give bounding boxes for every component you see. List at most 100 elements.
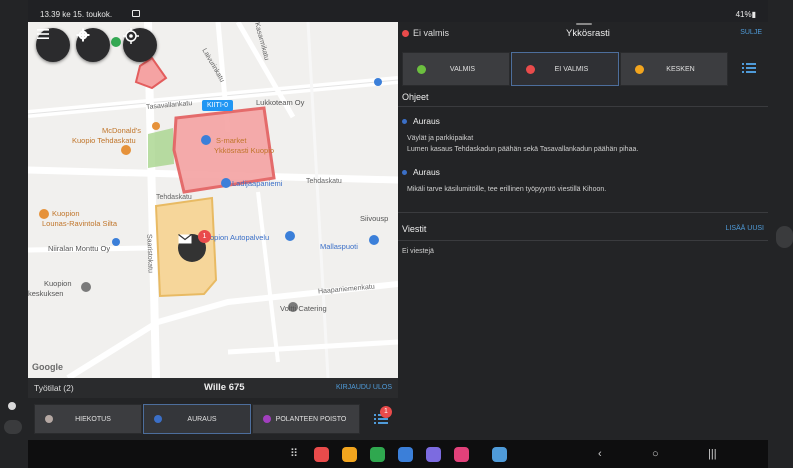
map-label-ravintola: Lounas-Ravintola Silta bbox=[42, 219, 118, 228]
instruction-title: Auraus bbox=[402, 116, 440, 126]
workspaces-label[interactable]: Työtilat (2) bbox=[34, 383, 74, 393]
state-color-dot bbox=[526, 64, 535, 74]
google-logo: Google bbox=[32, 362, 63, 372]
map-label-mcdonalds-sub: Kuopio Tehdaskatu bbox=[72, 136, 136, 145]
task-label: HIEKOTUS bbox=[75, 415, 111, 423]
map-label-siivous: Siivousp bbox=[360, 214, 389, 223]
workspace-bar: Työtilat (2) Wille 675 KIRJAUDU ULOS bbox=[28, 378, 398, 398]
status-text: Ei valmis bbox=[413, 28, 450, 38]
map-label-mcdonalds: McDonald's bbox=[102, 126, 141, 135]
list-icon[interactable] bbox=[741, 60, 757, 76]
panel-header: Ei valmis Ykkösrasti SULJE bbox=[398, 22, 768, 44]
state-ei-valmis-button[interactable]: EI VALMIS bbox=[511, 52, 619, 86]
task-color-dot bbox=[45, 415, 53, 423]
map-label-kuopion-b: Kuopion bbox=[44, 279, 72, 288]
instructions-heading: Ohjeet bbox=[402, 92, 429, 102]
road-label-saaristokatu: Saaristokatu bbox=[145, 233, 154, 274]
panel-title: Ykkösrasti bbox=[566, 28, 610, 39]
gear-icon bbox=[76, 28, 90, 42]
divider bbox=[398, 106, 768, 107]
app-icon-5[interactable] bbox=[426, 447, 441, 462]
map-label-keskuksen: keskuksen bbox=[28, 289, 64, 298]
state-color-dot bbox=[417, 64, 426, 74]
recents-icon[interactable]: ||| bbox=[708, 448, 717, 460]
road-label-tehdaskatu: Tehdaskatu bbox=[156, 194, 192, 201]
map-label-voltti: Voltti Catering bbox=[280, 304, 327, 313]
state-kesken-button[interactable]: KESKEN bbox=[620, 52, 728, 86]
app-icon-2[interactable] bbox=[342, 447, 357, 462]
task-type-row: HIEKOTUS AURAUS POLANTEEN POISTO 1 bbox=[28, 398, 398, 440]
instruction-line: Mikäli tarve käsilumitöille, tee erillin… bbox=[407, 186, 607, 193]
hamburger-icon bbox=[37, 29, 49, 39]
map-label-autopalvelu: opion Autopalvelu bbox=[210, 233, 270, 242]
road-label-tehdaskatu-2: Tehdaskatu bbox=[306, 178, 342, 185]
instruction-title-text: Auraus bbox=[413, 167, 440, 177]
bullet-dot bbox=[402, 169, 407, 175]
gallery-notification-icon bbox=[132, 10, 140, 17]
instruction-title-text: Auraus bbox=[413, 116, 440, 126]
state-valmis-button[interactable]: VALMIS bbox=[402, 52, 510, 86]
bullet-dot bbox=[402, 118, 407, 124]
state-label: VALMIS bbox=[449, 65, 476, 73]
map-label-smarket-sub: Ykkösrasti Kuopio bbox=[214, 146, 275, 155]
divider bbox=[398, 240, 768, 241]
crosshair-icon bbox=[123, 28, 139, 44]
system-status-bar: 13.39 ke 15. toukok. 41%▮ bbox=[28, 8, 768, 22]
map-view[interactable]: KIITI-0 Lukkoteam Oy McDonald's Kuopio T… bbox=[28, 22, 398, 378]
instruction-body: Mikäli tarve käsilumitöille, tee erillin… bbox=[407, 185, 606, 196]
side-button-right bbox=[776, 226, 793, 248]
instruction-body: Väylät ja parkkipaikat Lumen kasaus Tehd… bbox=[407, 134, 638, 155]
instruction-title: Auraus bbox=[402, 167, 440, 177]
detail-panel: Ei valmis Ykkösrasti SULJE VALMIS EI VAL… bbox=[398, 22, 768, 440]
map-canvas bbox=[28, 22, 398, 378]
map-label-kuopion: Kuopion bbox=[52, 209, 80, 218]
map-label-smarket: S-market bbox=[216, 136, 247, 145]
area-tag[interactable]: KIITI-0 bbox=[202, 100, 234, 111]
home-icon[interactable]: ○ bbox=[652, 448, 659, 460]
task-polanteen-poisto-button[interactable]: POLANTEEN POISTO bbox=[252, 404, 360, 434]
task-color-dot bbox=[263, 415, 271, 423]
app-icon-3[interactable] bbox=[370, 447, 385, 462]
user-name: Wille 675 bbox=[204, 382, 245, 393]
status-dot bbox=[402, 30, 409, 37]
back-icon[interactable]: ‹ bbox=[598, 448, 602, 460]
side-button bbox=[4, 420, 22, 434]
logout-link[interactable]: KIRJAUDU ULOS bbox=[336, 384, 392, 391]
android-nav-bar: ⠿ ‹ ○ ||| bbox=[28, 440, 768, 468]
instruction-line: Lumen kasaus Tehdaskadun päähän sekä Tas… bbox=[407, 145, 639, 153]
app-icon-7[interactable] bbox=[492, 447, 507, 462]
state-label: KESKEN bbox=[666, 65, 695, 73]
menu-button[interactable] bbox=[36, 28, 70, 62]
task-auraus-button[interactable]: AURAUS bbox=[143, 404, 251, 434]
task-label: POLANTEEN POISTO bbox=[275, 415, 347, 423]
app-icon-4[interactable] bbox=[398, 447, 413, 462]
map-label-laajaniemi: Ladijaapaniemi bbox=[232, 179, 283, 188]
task-label: AURAUS bbox=[187, 415, 217, 423]
state-color-dot bbox=[635, 64, 644, 74]
settings-button[interactable] bbox=[76, 28, 110, 62]
task-hiekotus-button[interactable]: HIEKOTUS bbox=[34, 404, 142, 434]
mail-icon bbox=[178, 234, 192, 244]
add-message-button[interactable]: LISÄÄ UUSI bbox=[725, 225, 764, 232]
app-icon-1[interactable] bbox=[314, 447, 329, 462]
clock: 13.39 ke 15. toukok. bbox=[40, 10, 113, 19]
state-label: EI VALMIS bbox=[554, 65, 589, 73]
task-color-dot bbox=[154, 415, 162, 423]
camera-icon bbox=[8, 402, 16, 410]
map-label-niiralan: Niiralan Monttu Oy bbox=[48, 244, 111, 253]
map-label-mallaspuoti: Mallaspuoti bbox=[320, 242, 358, 251]
left-bezel bbox=[0, 0, 28, 468]
instruction-line: Väylät ja parkkipaikat bbox=[407, 135, 474, 142]
close-button[interactable]: SULJE bbox=[740, 29, 762, 36]
app-icon-6[interactable] bbox=[454, 447, 469, 462]
divider bbox=[398, 212, 768, 213]
map-label-lukkoteam: Lukkoteam Oy bbox=[256, 98, 305, 107]
message-count-badge: 1 bbox=[198, 230, 211, 243]
task-list-badge: 1 bbox=[380, 406, 392, 418]
no-messages-text: Ei viestejä bbox=[402, 248, 434, 255]
battery-indicator: 41%▮ bbox=[726, 10, 756, 19]
locate-button[interactable] bbox=[123, 28, 157, 62]
tablet-screen: 13.39 ke 15. toukok. 41%▮ KIITI-0 Lukkot… bbox=[0, 0, 793, 468]
messages-heading: Viestit bbox=[402, 224, 427, 234]
app-drawer-icon[interactable]: ⠿ bbox=[290, 447, 298, 460]
